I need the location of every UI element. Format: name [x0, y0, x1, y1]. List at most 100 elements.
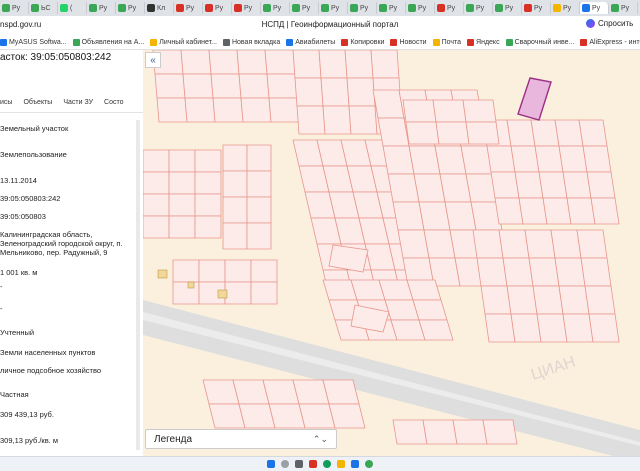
parcel[interactable] — [318, 50, 348, 79]
parcel[interactable] — [328, 403, 366, 429]
browser-tab[interactable]: Ру — [232, 2, 261, 14]
parcel[interactable] — [406, 279, 442, 301]
browser-tab[interactable]: Ру — [319, 2, 348, 14]
parcel[interactable] — [210, 73, 242, 99]
browser-tab[interactable]: ( — [58, 2, 87, 14]
browser-tab[interactable]: Ру — [580, 2, 609, 14]
parcel[interactable] — [172, 259, 200, 283]
taskview-icon[interactable] — [295, 460, 303, 468]
parcel[interactable] — [194, 171, 222, 195]
parcel[interactable] — [184, 97, 216, 123]
browser-tab[interactable]: ЬС — [29, 2, 58, 14]
explorer-icon[interactable] — [337, 460, 345, 468]
cadastral-map[interactable]: ЦИАН — [143, 50, 640, 456]
parcel[interactable] — [506, 285, 538, 315]
bookmark-item[interactable]: Объявления на А... — [72, 38, 144, 46]
bookmark-item[interactable]: AliExpress - интер... — [580, 38, 640, 46]
parcel[interactable] — [498, 229, 530, 259]
parcel[interactable] — [422, 419, 458, 445]
parcel[interactable] — [294, 77, 324, 107]
browser-tab[interactable]: Ру — [87, 2, 116, 14]
browser-tab[interactable]: Ру — [377, 2, 406, 14]
parcel[interactable] — [562, 313, 594, 343]
parcel[interactable] — [462, 99, 497, 123]
browser-tab[interactable]: Ру — [348, 2, 377, 14]
panel-scrollbar[interactable] — [136, 120, 140, 450]
parcel[interactable] — [538, 171, 568, 199]
parcel[interactable] — [472, 229, 504, 259]
parcel[interactable] — [224, 281, 252, 305]
parcel[interactable] — [530, 119, 560, 147]
parcel[interactable] — [344, 50, 374, 79]
parcel[interactable] — [222, 144, 248, 172]
parcel[interactable] — [143, 215, 170, 239]
parcel[interactable] — [542, 197, 572, 225]
parcel[interactable] — [198, 259, 226, 283]
parcel[interactable] — [480, 285, 512, 315]
parcel[interactable] — [292, 50, 322, 79]
parcel[interactable] — [320, 77, 350, 107]
panel-tab[interactable]: исы — [0, 96, 12, 112]
panel-tab[interactable]: Объекты — [23, 96, 52, 112]
browser-tab[interactable]: Кл — [145, 2, 174, 14]
parcel[interactable] — [346, 77, 376, 107]
store-icon[interactable] — [351, 460, 359, 468]
parcel[interactable] — [268, 97, 300, 123]
parcel[interactable] — [222, 222, 248, 250]
parcel[interactable] — [322, 379, 360, 405]
bookmark-item[interactable]: MyASUS Softwa... — [0, 38, 67, 46]
browser-tab[interactable]: Ру — [493, 2, 522, 14]
parcel[interactable] — [412, 299, 448, 321]
parcel[interactable] — [532, 285, 564, 315]
browser-tab[interactable]: Ру — [551, 2, 580, 14]
parcel[interactable] — [588, 313, 620, 343]
browser-tab[interactable]: Ру — [435, 2, 464, 14]
parcel[interactable] — [212, 97, 244, 123]
parcel[interactable] — [264, 50, 296, 75]
parcel[interactable] — [590, 197, 620, 225]
panel-tab[interactable]: Части ЗУ — [63, 96, 93, 112]
parcel[interactable] — [180, 50, 212, 75]
parcel[interactable] — [208, 50, 240, 75]
parcel[interactable] — [168, 149, 196, 173]
parcel[interactable] — [154, 73, 186, 99]
parcel[interactable] — [182, 73, 214, 99]
parcel[interactable] — [584, 285, 616, 315]
parcel[interactable] — [236, 50, 268, 75]
legend-dropdown[interactable]: Легенда ⌃⌄ — [145, 429, 337, 449]
parcel[interactable] — [296, 105, 326, 135]
parcel[interactable] — [246, 144, 272, 172]
parcel[interactable] — [486, 145, 516, 173]
parcel[interactable] — [348, 105, 378, 135]
parcel[interactable] — [576, 229, 608, 259]
browser-tab[interactable]: Ру — [174, 2, 203, 14]
parcel[interactable] — [222, 196, 248, 224]
parcel[interactable] — [194, 193, 222, 217]
browser-tab[interactable]: Ру — [609, 2, 638, 14]
parcel[interactable] — [402, 99, 437, 123]
selected-parcel[interactable] — [517, 77, 552, 121]
parcel[interactable] — [586, 171, 616, 199]
parcel[interactable] — [224, 259, 252, 283]
parcel[interactable] — [528, 257, 560, 287]
browser-tab[interactable]: Ру — [464, 2, 493, 14]
browser-tab[interactable]: Ру — [203, 2, 232, 14]
browser-tab[interactable]: Ру — [290, 2, 319, 14]
parcel[interactable] — [510, 313, 542, 343]
windows-start-icon[interactable] — [267, 460, 275, 468]
parcel[interactable] — [143, 171, 170, 195]
parcel[interactable] — [558, 285, 590, 315]
browser-tab[interactable]: Ру — [0, 2, 29, 14]
bookmark-item[interactable]: Личный кабинет... — [150, 38, 217, 46]
parcel[interactable] — [246, 196, 272, 224]
parcel[interactable] — [510, 145, 540, 173]
parcel[interactable] — [405, 121, 440, 145]
bookmark-item[interactable]: Яндекс — [467, 38, 500, 46]
parcel[interactable] — [582, 145, 612, 173]
parcel[interactable] — [246, 222, 272, 250]
parcel[interactable] — [432, 99, 467, 123]
bookmark-item[interactable]: Новая вкладка — [222, 38, 280, 46]
parcel[interactable] — [550, 229, 582, 259]
parcel[interactable] — [558, 145, 588, 173]
parcel[interactable] — [484, 313, 516, 343]
